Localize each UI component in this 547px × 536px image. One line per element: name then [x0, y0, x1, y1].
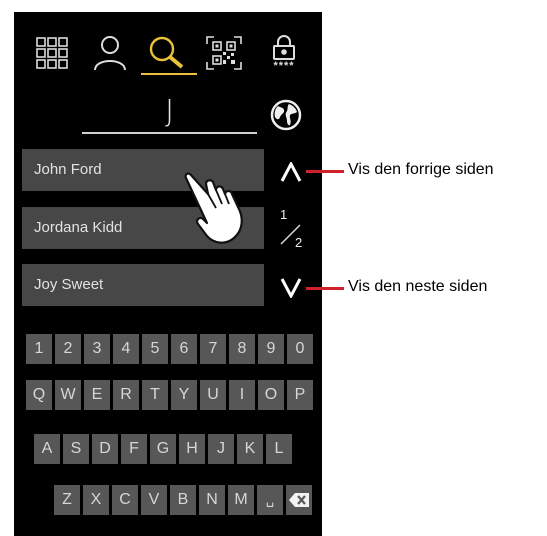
next-callout-line — [306, 287, 344, 290]
key-8[interactable]: 8 — [229, 334, 255, 364]
key-p[interactable]: P — [287, 380, 313, 410]
key-s[interactable]: S — [63, 434, 89, 464]
key-k[interactable]: K — [237, 434, 263, 464]
key-4[interactable]: 4 — [113, 334, 139, 364]
qr-code-icon[interactable] — [204, 28, 244, 78]
lock-icon[interactable]: **** — [259, 28, 309, 78]
key-h[interactable]: H — [179, 434, 205, 464]
key-5[interactable]: 5 — [142, 334, 168, 364]
total-pages: 2 — [295, 235, 303, 250]
key-c[interactable]: C — [112, 485, 138, 515]
prev-callout-label: Vis den forrige siden — [348, 161, 494, 178]
key-z[interactable]: Z — [54, 485, 80, 515]
key-d[interactable]: D — [92, 434, 118, 464]
active-tab-indicator — [141, 73, 197, 75]
search-input[interactable]: J — [82, 92, 257, 134]
keyboard-row-zxcv: Z X C V B N M ␣ — [54, 485, 315, 515]
device-screen: **** J John Ford Jordana Kidd Joy Sweet … — [14, 12, 322, 536]
space-key[interactable]: ␣ — [257, 485, 283, 515]
key-j[interactable]: J — [208, 434, 234, 464]
key-n[interactable]: N — [199, 485, 225, 515]
keyboard-row-qwerty: Q W E R T Y U I O P — [26, 380, 316, 410]
key-o[interactable]: O — [258, 380, 284, 410]
key-y[interactable]: Y — [171, 380, 197, 410]
key-9[interactable]: 9 — [258, 334, 284, 364]
key-w[interactable]: W — [55, 380, 81, 410]
key-6[interactable]: 6 — [171, 334, 197, 364]
grid-icon[interactable] — [34, 28, 70, 78]
key-x[interactable]: X — [83, 485, 109, 515]
person-icon[interactable] — [92, 28, 128, 78]
key-f[interactable]: F — [121, 434, 147, 464]
key-r[interactable]: R — [113, 380, 139, 410]
lock-code-label: **** — [273, 60, 295, 72]
key-1[interactable]: 1 — [26, 334, 52, 364]
key-2[interactable]: 2 — [55, 334, 81, 364]
key-i[interactable]: I — [229, 380, 255, 410]
key-e[interactable]: E — [84, 380, 110, 410]
key-m[interactable]: M — [228, 485, 254, 515]
key-7[interactable]: 7 — [200, 334, 226, 364]
key-b[interactable]: B — [170, 485, 196, 515]
page-indicator: 1 2 — [278, 207, 308, 253]
key-0[interactable]: 0 — [287, 334, 313, 364]
backspace-icon — [289, 493, 309, 507]
key-q[interactable]: Q — [26, 380, 52, 410]
key-u[interactable]: U — [200, 380, 226, 410]
search-icon[interactable] — [144, 28, 190, 78]
key-a[interactable]: A — [34, 434, 60, 464]
hand-pointer-icon — [178, 172, 254, 251]
prev-page-button[interactable] — [280, 160, 302, 187]
result-item[interactable]: Joy Sweet — [22, 264, 264, 306]
key-l[interactable]: L — [266, 434, 292, 464]
key-v[interactable]: V — [141, 485, 167, 515]
next-callout-label: Vis den neste siden — [348, 278, 488, 295]
keyboard-row-numbers: 1 2 3 4 5 6 7 8 9 0 — [26, 334, 316, 364]
key-g[interactable]: G — [150, 434, 176, 464]
key-t[interactable]: T — [142, 380, 168, 410]
keyboard-row-asdf: A S D F G H J K L — [34, 434, 295, 464]
prev-callout-line — [306, 170, 344, 173]
key-3[interactable]: 3 — [84, 334, 110, 364]
next-page-button[interactable] — [280, 278, 302, 303]
backspace-key[interactable] — [286, 485, 312, 515]
globe-icon[interactable] — [270, 99, 302, 131]
